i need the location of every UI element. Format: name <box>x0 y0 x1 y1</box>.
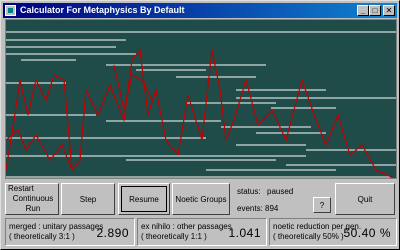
merged-ratio-value: 2.890 <box>96 226 129 240</box>
app-icon[interactable] <box>5 5 16 16</box>
minimize-button[interactable]: _ <box>357 5 369 16</box>
step-button[interactable]: Step <box>61 183 115 215</box>
noetic-groups-button[interactable]: Noetic Groups <box>172 183 230 215</box>
app-window: Calculator For Metaphysics By Default _ … <box>0 0 400 250</box>
window-title: Calculator For Metaphysics By Default <box>20 5 185 15</box>
trace-line <box>6 129 73 171</box>
noetic-reduction-theory: ( theoretically 50% ) <box>273 232 344 241</box>
trace-line <box>271 77 392 178</box>
ex-nihilo-ratio-label: ex nihilo : other passages ( theoretical… <box>141 222 232 242</box>
maximize-button[interactable]: □ <box>369 5 381 16</box>
events-value: 894 <box>265 204 279 213</box>
help-button[interactable]: ? <box>313 197 331 213</box>
ex-nihilo-ratio-value: 1.041 <box>228 226 261 240</box>
status-value: paused <box>267 187 294 196</box>
control-row: Restart Continuous Run Step Resume Noeti… <box>5 181 397 215</box>
merged-ratio-title: merged : unitary passages <box>9 222 104 231</box>
ex-nihilo-ratio-box: ex nihilo : other passages ( theoretical… <box>137 218 267 246</box>
title-bar[interactable]: Calculator For Metaphysics By Default _ … <box>3 3 397 18</box>
close-button[interactable]: ✕ <box>383 5 395 16</box>
quit-button[interactable]: Quit <box>335 183 395 215</box>
restart-label: Restart <box>8 184 34 193</box>
continuous-run-label: Continuous Run <box>12 194 54 213</box>
noetic-reduction-box: noetic reduction per gen. ( theoreticall… <box>269 218 397 246</box>
noetic-reduction-value: 50.40 % <box>343 226 391 240</box>
restart-continuous-run-button[interactable]: Restart Continuous Run <box>5 183 59 215</box>
merged-ratio-theory: ( theoretically 3:1 ) <box>9 232 75 241</box>
ex-nihilo-ratio-theory: ( theoretically 1:1 ) <box>141 232 207 241</box>
resume-button[interactable]: Resume <box>118 183 170 215</box>
ex-nihilo-ratio-title: ex nihilo : other passages <box>141 222 232 231</box>
simulation-plot <box>5 19 397 179</box>
status-label: status: <box>237 187 261 196</box>
trace-line <box>85 48 179 156</box>
events-label: events: <box>237 204 263 213</box>
merged-ratio-label: merged : unitary passages ( theoreticall… <box>9 222 103 242</box>
plot-canvas <box>6 31 396 178</box>
statistics-panel: merged : unitary passages ( theoreticall… <box>5 218 397 248</box>
merged-ratio-box: merged : unitary passages ( theoreticall… <box>5 218 135 246</box>
